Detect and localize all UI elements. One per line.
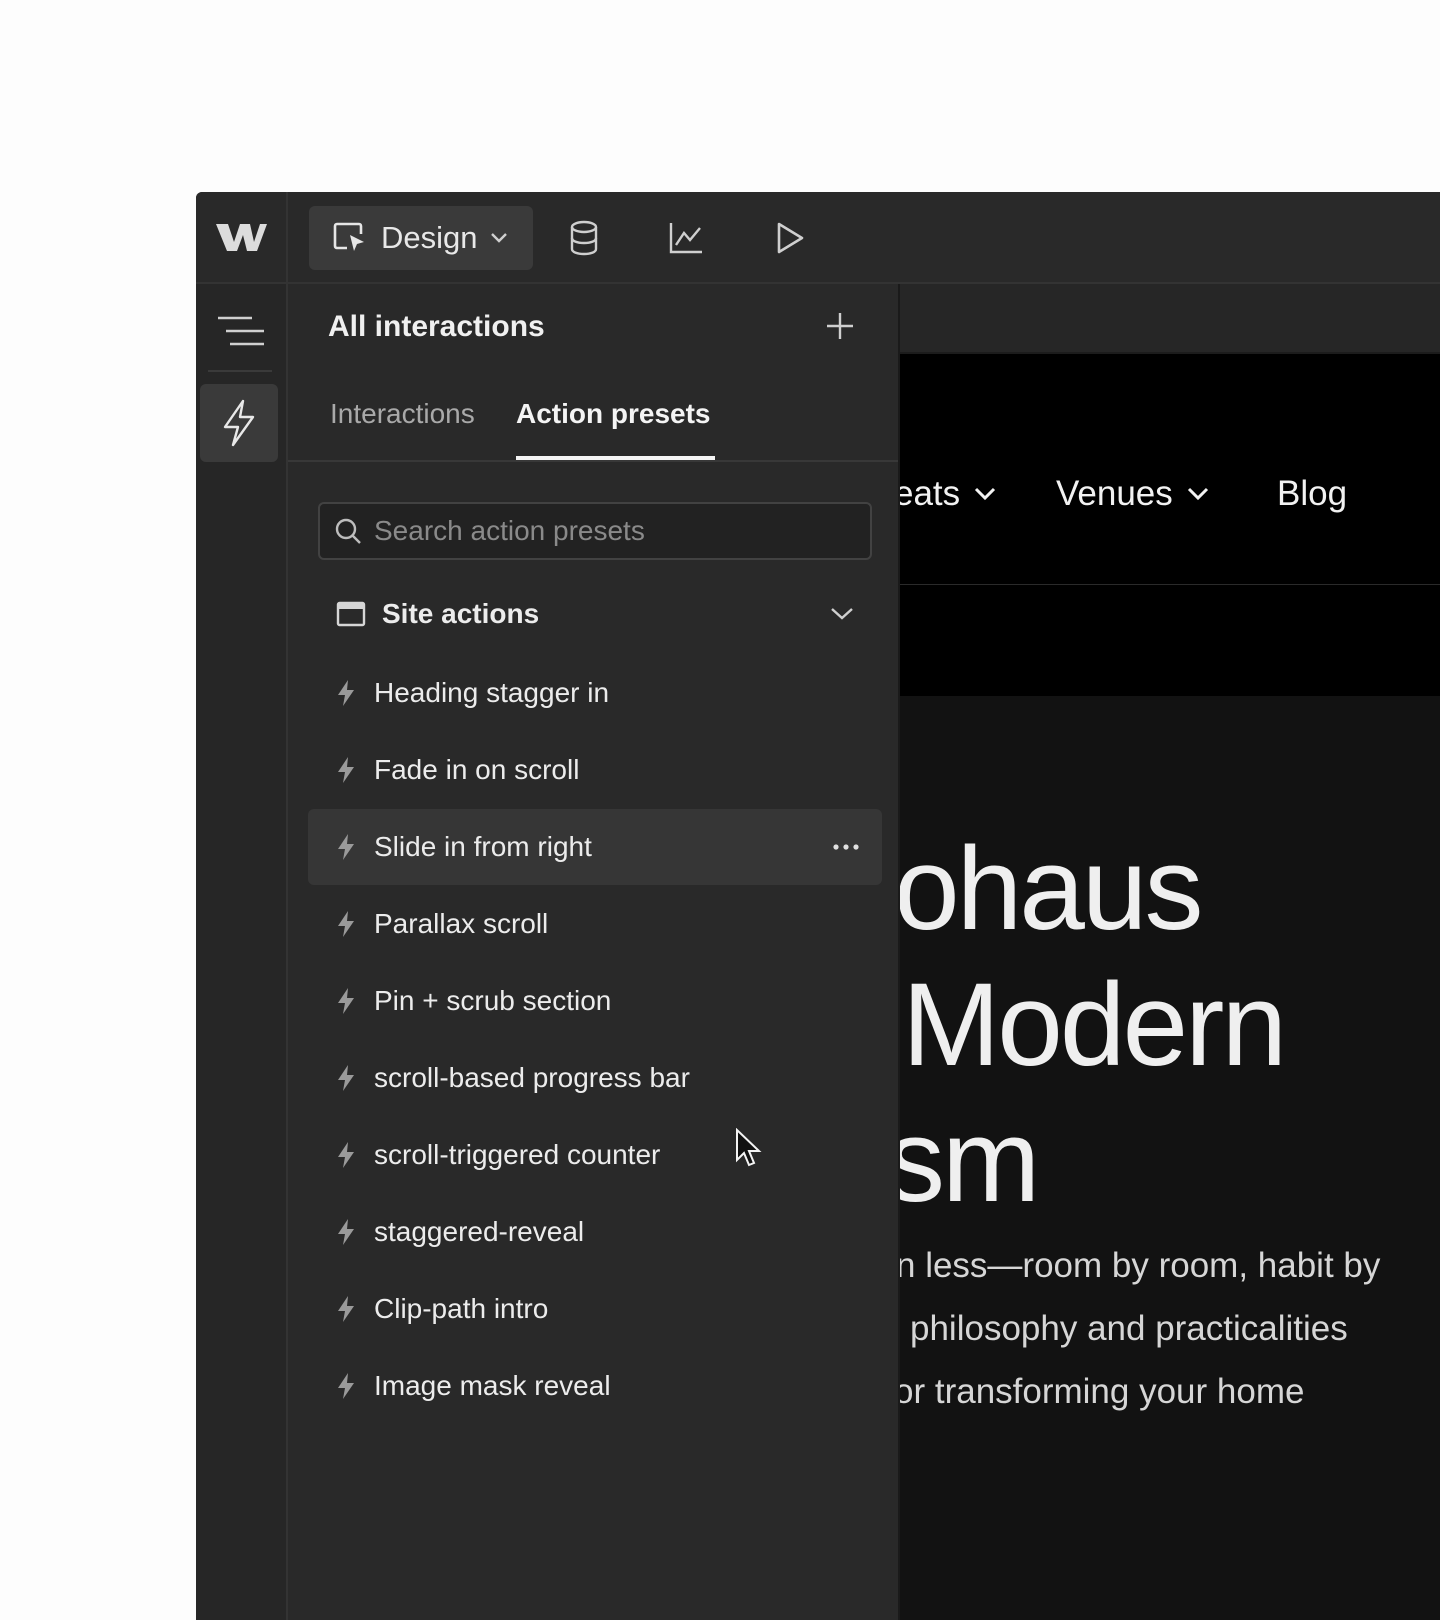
active-tab-indicator <box>516 456 715 460</box>
hero-heading-line: Modern <box>902 959 1287 1091</box>
bolt-icon <box>336 1141 356 1169</box>
chevron-down-icon <box>490 232 508 244</box>
design-mode-dropdown[interactable]: Design <box>309 206 533 270</box>
preset-item[interactable]: Parallax scroll <box>308 886 882 962</box>
tab-interactions[interactable]: Interactions <box>330 398 475 430</box>
preset-item[interactable]: Heading stagger in <box>308 655 882 731</box>
site-top-bar <box>900 354 1440 413</box>
preset-label: Heading stagger in <box>374 677 610 708</box>
more-options-icon[interactable] <box>832 843 860 851</box>
tab-action-presets[interactable]: Action presets <box>516 398 711 430</box>
cursor-select-icon <box>333 222 367 254</box>
site-nav: eats Venues Blog <box>900 412 1440 585</box>
preset-label: Fade in on scroll <box>374 754 580 785</box>
panel-title: All interactions <box>328 310 545 343</box>
analytics-chart-icon[interactable] <box>662 214 710 262</box>
nav-link[interactable]: eats <box>900 474 996 514</box>
preset-label: Pin + scrub section <box>374 985 612 1016</box>
bolt-icon <box>336 1372 356 1400</box>
interactions-bolt-icon[interactable] <box>200 384 278 462</box>
nav-link[interactable]: Venues <box>1056 474 1209 514</box>
bolt-icon <box>336 756 356 784</box>
rail-divider <box>208 370 272 372</box>
cms-database-icon[interactable] <box>560 214 608 262</box>
preset-item[interactable]: Fade in on scroll <box>308 732 882 808</box>
bolt-icon <box>336 987 356 1015</box>
plus-icon <box>825 311 855 346</box>
preset-label: Image mask reveal <box>374 1370 611 1401</box>
preset-label: Clip-path intro <box>374 1293 549 1324</box>
mouse-cursor-icon <box>734 1127 762 1173</box>
site-actions-group-header[interactable]: Site actions <box>318 582 868 646</box>
top-bar: Design <box>196 192 1440 284</box>
bolt-icon <box>336 1064 356 1092</box>
preset-item[interactable]: staggered-reveal <box>308 1194 882 1270</box>
preset-label: Parallax scroll <box>374 908 549 939</box>
design-canvas[interactable]: eats Venues Blog ohaus Modern sm n less—… <box>900 284 1440 1620</box>
chevron-down-icon <box>974 487 996 501</box>
panel-tabs: Interactions Action presets <box>288 384 898 462</box>
hero-subtext-line: n less—room by room, habit by <box>900 1246 1381 1285</box>
chevron-down-icon <box>1187 487 1209 501</box>
canvas-toolbar-strip <box>900 284 1440 354</box>
add-interaction-button[interactable] <box>820 308 860 348</box>
hero-heading-line: ohaus <box>900 823 1204 955</box>
preset-item[interactable]: scroll-based progress bar <box>308 1040 882 1116</box>
preset-item-hovered[interactable]: Slide in from right <box>308 809 882 885</box>
preset-item[interactable]: Clip-path intro <box>308 1271 882 1347</box>
site-subnav-bar <box>900 585 1440 696</box>
nav-link-label: Venues <box>1056 474 1173 513</box>
design-mode-label: Design <box>381 220 478 255</box>
search-input[interactable] <box>372 514 870 548</box>
group-label: Site actions <box>382 598 540 629</box>
interactions-panel: All interactions Interactions Action pre… <box>288 284 900 1620</box>
nav-link-label: Blog <box>1277 474 1348 513</box>
designer-window: Design All interactions Interactions Act… <box>196 192 1440 1620</box>
site-preview: eats Venues Blog ohaus Modern sm n less—… <box>900 354 1440 1620</box>
nav-link[interactable]: Blog <box>1277 474 1347 514</box>
preset-item[interactable]: scroll-triggered counter <box>308 1117 882 1193</box>
preview-play-icon[interactable] <box>766 214 814 262</box>
search-field <box>318 502 872 560</box>
hero-subtext-line: philosophy and practicalities <box>910 1309 1348 1348</box>
bolt-icon <box>336 1295 356 1323</box>
preset-label: scroll-triggered counter <box>374 1139 661 1170</box>
bolt-icon <box>336 679 356 707</box>
bolt-icon <box>336 833 356 861</box>
navigator-menu-icon[interactable] <box>212 306 270 356</box>
preset-item[interactable]: Pin + scrub section <box>308 963 882 1039</box>
preset-label: Slide in from right <box>374 831 592 862</box>
preset-label: staggered-reveal <box>374 1216 585 1247</box>
hero-section: ohaus Modern sm n less—room by room, hab… <box>900 696 1440 1620</box>
webflow-logo[interactable] <box>196 192 288 282</box>
nav-link-label: eats <box>900 474 961 513</box>
chevron-down-icon <box>830 607 854 621</box>
left-icon-rail <box>196 284 288 1620</box>
search-icon <box>334 517 362 545</box>
preset-item[interactable]: Image mask reveal <box>308 1348 882 1424</box>
browser-window-icon <box>336 601 366 627</box>
preset-label: scroll-based progress bar <box>374 1062 690 1093</box>
hero-subtext-line: or transforming your home <box>900 1372 1305 1411</box>
bolt-icon <box>336 910 356 938</box>
bolt-icon <box>336 1218 356 1246</box>
hero-heading-line: sm <box>900 1095 1040 1227</box>
